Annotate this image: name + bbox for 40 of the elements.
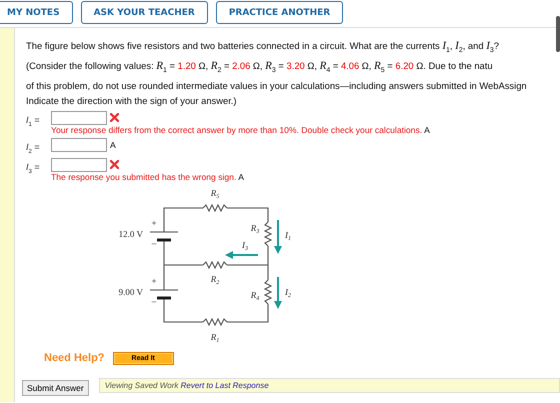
question-text: of this problem, do not use rounded intermediate values in your calculations—including answers submitted in WebAssign xyxy=(26,78,528,93)
circuit-label: R$_{5}$ xyxy=(210,188,220,200)
question-text: Indicate the direction with the sign of your answer.) xyxy=(26,94,238,108)
status-text: Viewing Saved Work xyxy=(104,381,180,390)
scrollbar[interactable] xyxy=(556,16,560,52)
circuit-label: R$_{1}$ xyxy=(210,332,220,344)
question-text: (Consider the following values: R$_{1}$ = 1.20 Ω, R$_{2}$ = 2.06 Ω, R$_{3}$ = 3.20 Ω, R$_{4}$ = 4.06 Ω, R$_{5}$ = 6.20 Ω. Due to the natu xyxy=(26,58,494,76)
circuit-label: I$_{2}$ xyxy=(285,286,291,299)
circuit-label: R$_{2}$ xyxy=(210,274,220,286)
answer-label: I$_{2}$ = xyxy=(26,140,41,155)
answer-field[interactable] xyxy=(51,138,107,152)
cross-icon xyxy=(110,113,119,122)
current-arrow xyxy=(274,220,282,254)
circuit-label: + xyxy=(151,218,157,228)
circuit-label: R$_{4}$ xyxy=(250,290,260,302)
submit-button[interactable]: Submit Answer xyxy=(22,380,89,396)
answer-field[interactable] xyxy=(51,158,107,172)
circuit-label: – xyxy=(152,238,156,248)
circuit-label: 12.0 V xyxy=(118,228,143,239)
answer-field[interactable] xyxy=(51,110,107,125)
toolbar-button[interactable]: ASK YOUR TEACHER xyxy=(80,1,208,24)
circuit-label: R$_{3}$ xyxy=(250,222,260,235)
circuit-label: + xyxy=(151,276,157,286)
current-arrow xyxy=(225,250,258,259)
revert-link[interactable]: Revert to Last Response xyxy=(180,381,269,390)
cross-icon xyxy=(110,160,119,170)
feedback-text: The response you submitted has the wrong sign. A xyxy=(51,172,244,182)
circuit-label: 9.00 V xyxy=(118,286,143,297)
answer-label: I$_{3}$ = xyxy=(26,160,41,174)
unit-label: A xyxy=(110,140,116,150)
feedback-text: Your response differs from the correct answer by more than 10%. Double check your calculations. A xyxy=(51,124,430,135)
toolbar-button[interactable]: PRACTICE ANOTHER xyxy=(216,1,344,24)
circuit-label: I$_{1}$ xyxy=(285,230,291,242)
help-label: Need Help? xyxy=(44,352,105,364)
toolbar-button[interactable]: MY NOTES xyxy=(0,1,73,24)
question-text: The figure below shows five resistors and two batteries connected in a circuit. What are the currents I$_{1}$, I$_{2}$, and I$_{3}$? xyxy=(26,39,500,56)
circuit-label: – xyxy=(152,296,156,306)
answer-label: I$_{1}$ = xyxy=(26,114,41,128)
circuit-label: I$_{3}$ xyxy=(242,240,248,252)
current-arrow xyxy=(274,276,282,309)
